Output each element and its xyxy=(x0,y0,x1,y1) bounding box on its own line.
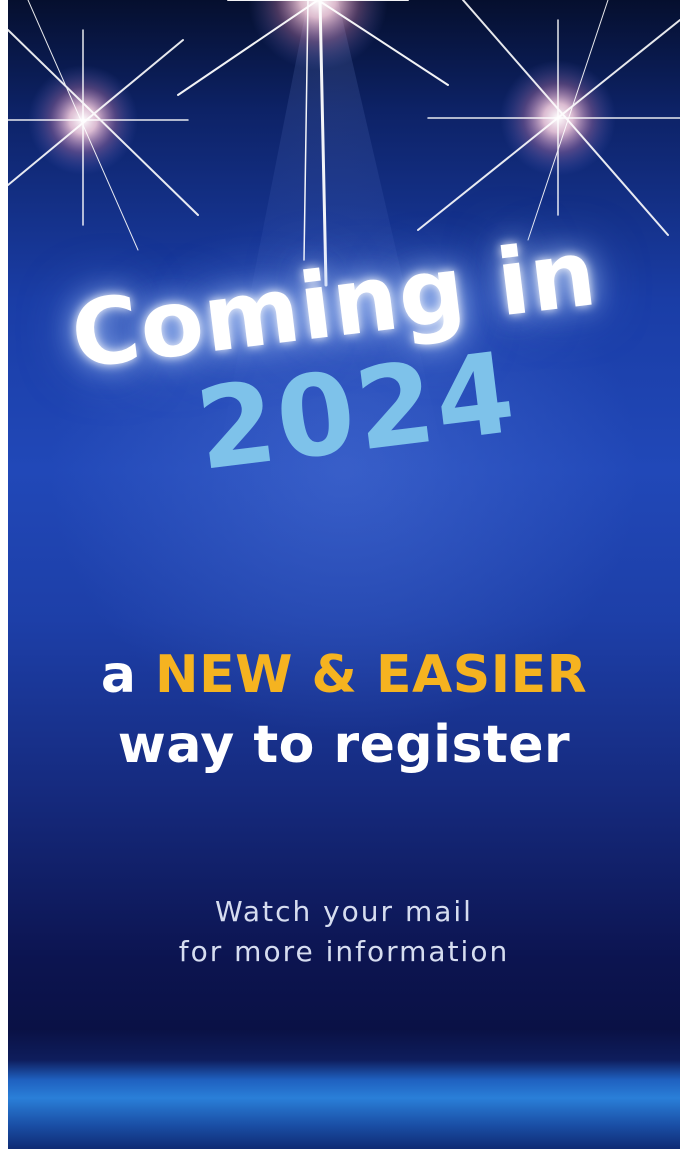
tagline-line-1: a NEW & EASIER xyxy=(8,640,680,710)
mail-notice: Watch your mail for more information xyxy=(8,892,680,972)
tagline-line-2: way to register xyxy=(117,715,571,775)
spotlight-right-icon xyxy=(417,0,680,241)
tagline-prefix: a xyxy=(100,645,137,705)
tagline-highlight: NEW & EASIER xyxy=(155,645,588,705)
mail-notice-line-2: for more information xyxy=(178,935,510,968)
tagline-block: a NEW & EASIER way to register xyxy=(8,640,680,780)
mail-notice-line-1: Watch your mail xyxy=(215,895,473,928)
spotlight-flares xyxy=(8,0,680,560)
announcement-poster: Coming in 2024 a NEW & EASIER way to reg… xyxy=(8,0,680,1149)
spotlight-left-icon xyxy=(8,0,199,251)
